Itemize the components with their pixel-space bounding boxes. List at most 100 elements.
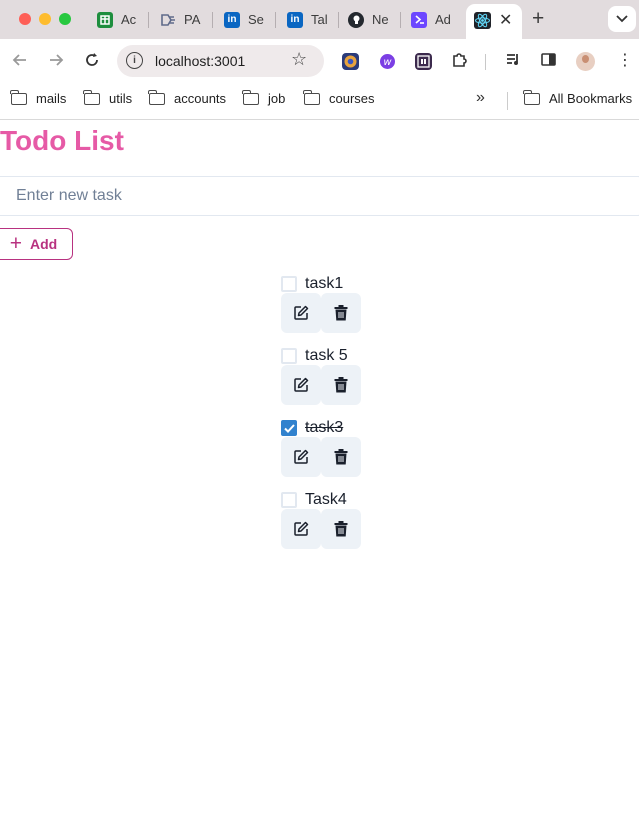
edit-icon bbox=[294, 377, 309, 392]
extension-chrome-icon[interactable] bbox=[342, 53, 359, 70]
tab-title: Ad bbox=[435, 12, 451, 27]
delete-task-button[interactable] bbox=[321, 437, 361, 477]
profile-avatar[interactable] bbox=[576, 52, 595, 71]
task-checkbox[interactable] bbox=[281, 492, 297, 508]
extension-w-icon[interactable]: w bbox=[379, 53, 396, 70]
browser-tab-3[interactable]: in Se bbox=[224, 8, 265, 31]
delete-task-button[interactable] bbox=[321, 509, 361, 549]
reload-button[interactable] bbox=[82, 50, 102, 70]
delete-task-button[interactable] bbox=[321, 293, 361, 333]
extensions-puzzle-icon[interactable] bbox=[451, 51, 468, 73]
task-label: task1 bbox=[305, 275, 344, 292]
site-info-icon[interactable]: i bbox=[126, 52, 143, 69]
folder-icon bbox=[83, 89, 100, 105]
task-checkbox[interactable] bbox=[281, 276, 297, 292]
trash-icon bbox=[334, 377, 348, 393]
bookmark-folder-job[interactable]: job bbox=[242, 89, 286, 106]
tab-separator bbox=[400, 12, 401, 28]
forward-button[interactable] bbox=[46, 50, 66, 70]
new-task-input[interactable] bbox=[0, 176, 639, 216]
bookmark-folder-mails[interactable]: mails bbox=[10, 89, 67, 106]
browser-tab-6[interactable]: Ad bbox=[411, 8, 452, 31]
side-panel-icon[interactable] bbox=[540, 51, 557, 73]
more-bookmarks-icon[interactable]: » bbox=[476, 89, 485, 107]
bookmark-folder-utils[interactable]: utils bbox=[83, 89, 133, 106]
terminal-icon bbox=[411, 11, 427, 28]
tab-title: PA bbox=[184, 12, 201, 27]
plus-icon: + bbox=[9, 232, 23, 255]
page-title: Todo List bbox=[0, 125, 124, 156]
bookmark-label: mails bbox=[36, 91, 67, 106]
browser-toolbar: i localhost:3001 ☆ w ⋮ bbox=[0, 39, 639, 83]
edit-task-button[interactable] bbox=[281, 365, 321, 405]
edit-task-button[interactable] bbox=[281, 293, 321, 333]
all-bookmarks-button[interactable]: All Bookmarks bbox=[523, 89, 633, 106]
close-window-button[interactable] bbox=[19, 13, 31, 25]
linkedin-icon: in bbox=[287, 11, 303, 28]
tab-title: Ne bbox=[372, 12, 389, 27]
linkedin-icon: in bbox=[224, 11, 240, 28]
tab-title: Ac bbox=[121, 12, 137, 27]
tab-separator bbox=[148, 12, 149, 28]
tab-separator bbox=[275, 12, 276, 28]
extension-calendar-icon[interactable] bbox=[415, 53, 432, 70]
tab-search-button[interactable] bbox=[608, 6, 636, 32]
close-tab-icon[interactable]: ✕ bbox=[499, 10, 512, 30]
folder-icon bbox=[242, 89, 259, 105]
react-icon bbox=[474, 12, 491, 29]
bookmark-label: courses bbox=[329, 91, 375, 106]
edit-task-button[interactable] bbox=[281, 437, 321, 477]
add-button-label: Add bbox=[30, 236, 58, 252]
folder-icon bbox=[303, 89, 320, 105]
bookmark-star-icon[interactable]: ☆ bbox=[291, 49, 307, 70]
task-label: Task4 bbox=[305, 491, 347, 508]
tab-title: Tal bbox=[311, 12, 328, 27]
browser-tab-active[interactable]: ✕ bbox=[466, 4, 522, 39]
bookmarks-bar: mails utils accounts job courses » All B… bbox=[0, 83, 639, 120]
browser-tab-5[interactable]: Ne bbox=[348, 8, 389, 31]
bookmark-label: job bbox=[268, 91, 286, 106]
minimize-window-button[interactable] bbox=[39, 13, 51, 25]
new-tab-button[interactable]: + bbox=[532, 7, 544, 31]
google-sheets-icon bbox=[97, 11, 113, 28]
task-label: task 5 bbox=[305, 347, 348, 364]
browser-tab-4[interactable]: in Tal bbox=[287, 8, 328, 31]
bookmark-folder-courses[interactable]: courses bbox=[303, 89, 375, 106]
url-text: localhost:3001 bbox=[155, 53, 246, 69]
back-button[interactable] bbox=[10, 50, 30, 70]
bookmarks-separator bbox=[507, 92, 508, 110]
task-checkbox[interactable] bbox=[281, 420, 297, 436]
browser-tab-1[interactable]: Ac bbox=[97, 8, 138, 31]
chevron-down-icon bbox=[616, 15, 628, 23]
arrow-left-icon bbox=[12, 54, 26, 66]
bookmark-label: utils bbox=[109, 91, 133, 106]
more-menu-icon[interactable]: ⋮ bbox=[617, 50, 633, 70]
address-bar[interactable]: i localhost:3001 ☆ bbox=[117, 45, 324, 77]
task-label: task3 bbox=[305, 419, 344, 436]
delete-task-button[interactable] bbox=[321, 365, 361, 405]
tab-separator bbox=[338, 12, 339, 28]
check-icon bbox=[283, 423, 295, 433]
trash-icon bbox=[334, 305, 348, 321]
tab-separator bbox=[212, 12, 213, 28]
reload-icon bbox=[86, 53, 98, 66]
github-icon bbox=[348, 11, 364, 28]
pa-icon bbox=[160, 12, 176, 28]
browser-tab-2[interactable]: PA bbox=[160, 8, 201, 31]
media-controls-icon[interactable] bbox=[505, 51, 522, 73]
tab-title: Se bbox=[248, 12, 264, 27]
trash-icon bbox=[334, 521, 348, 537]
svg-text:w: w bbox=[383, 57, 392, 68]
bookmark-folder-accounts[interactable]: accounts bbox=[148, 89, 226, 106]
folder-icon bbox=[10, 89, 27, 105]
arrow-right-icon bbox=[50, 54, 64, 66]
edit-task-button[interactable] bbox=[281, 509, 321, 549]
maximize-window-button[interactable] bbox=[59, 13, 71, 25]
add-task-button[interactable]: + Add bbox=[0, 228, 73, 260]
toolbar-separator bbox=[485, 54, 486, 70]
folder-icon bbox=[523, 89, 540, 105]
task-checkbox[interactable] bbox=[281, 348, 297, 364]
browser-tab-strip: Ac PA in Se in Tal Ne Ad ✕ + bbox=[0, 0, 639, 39]
trash-icon bbox=[334, 449, 348, 465]
bookmark-label: All Bookmarks bbox=[549, 91, 633, 106]
